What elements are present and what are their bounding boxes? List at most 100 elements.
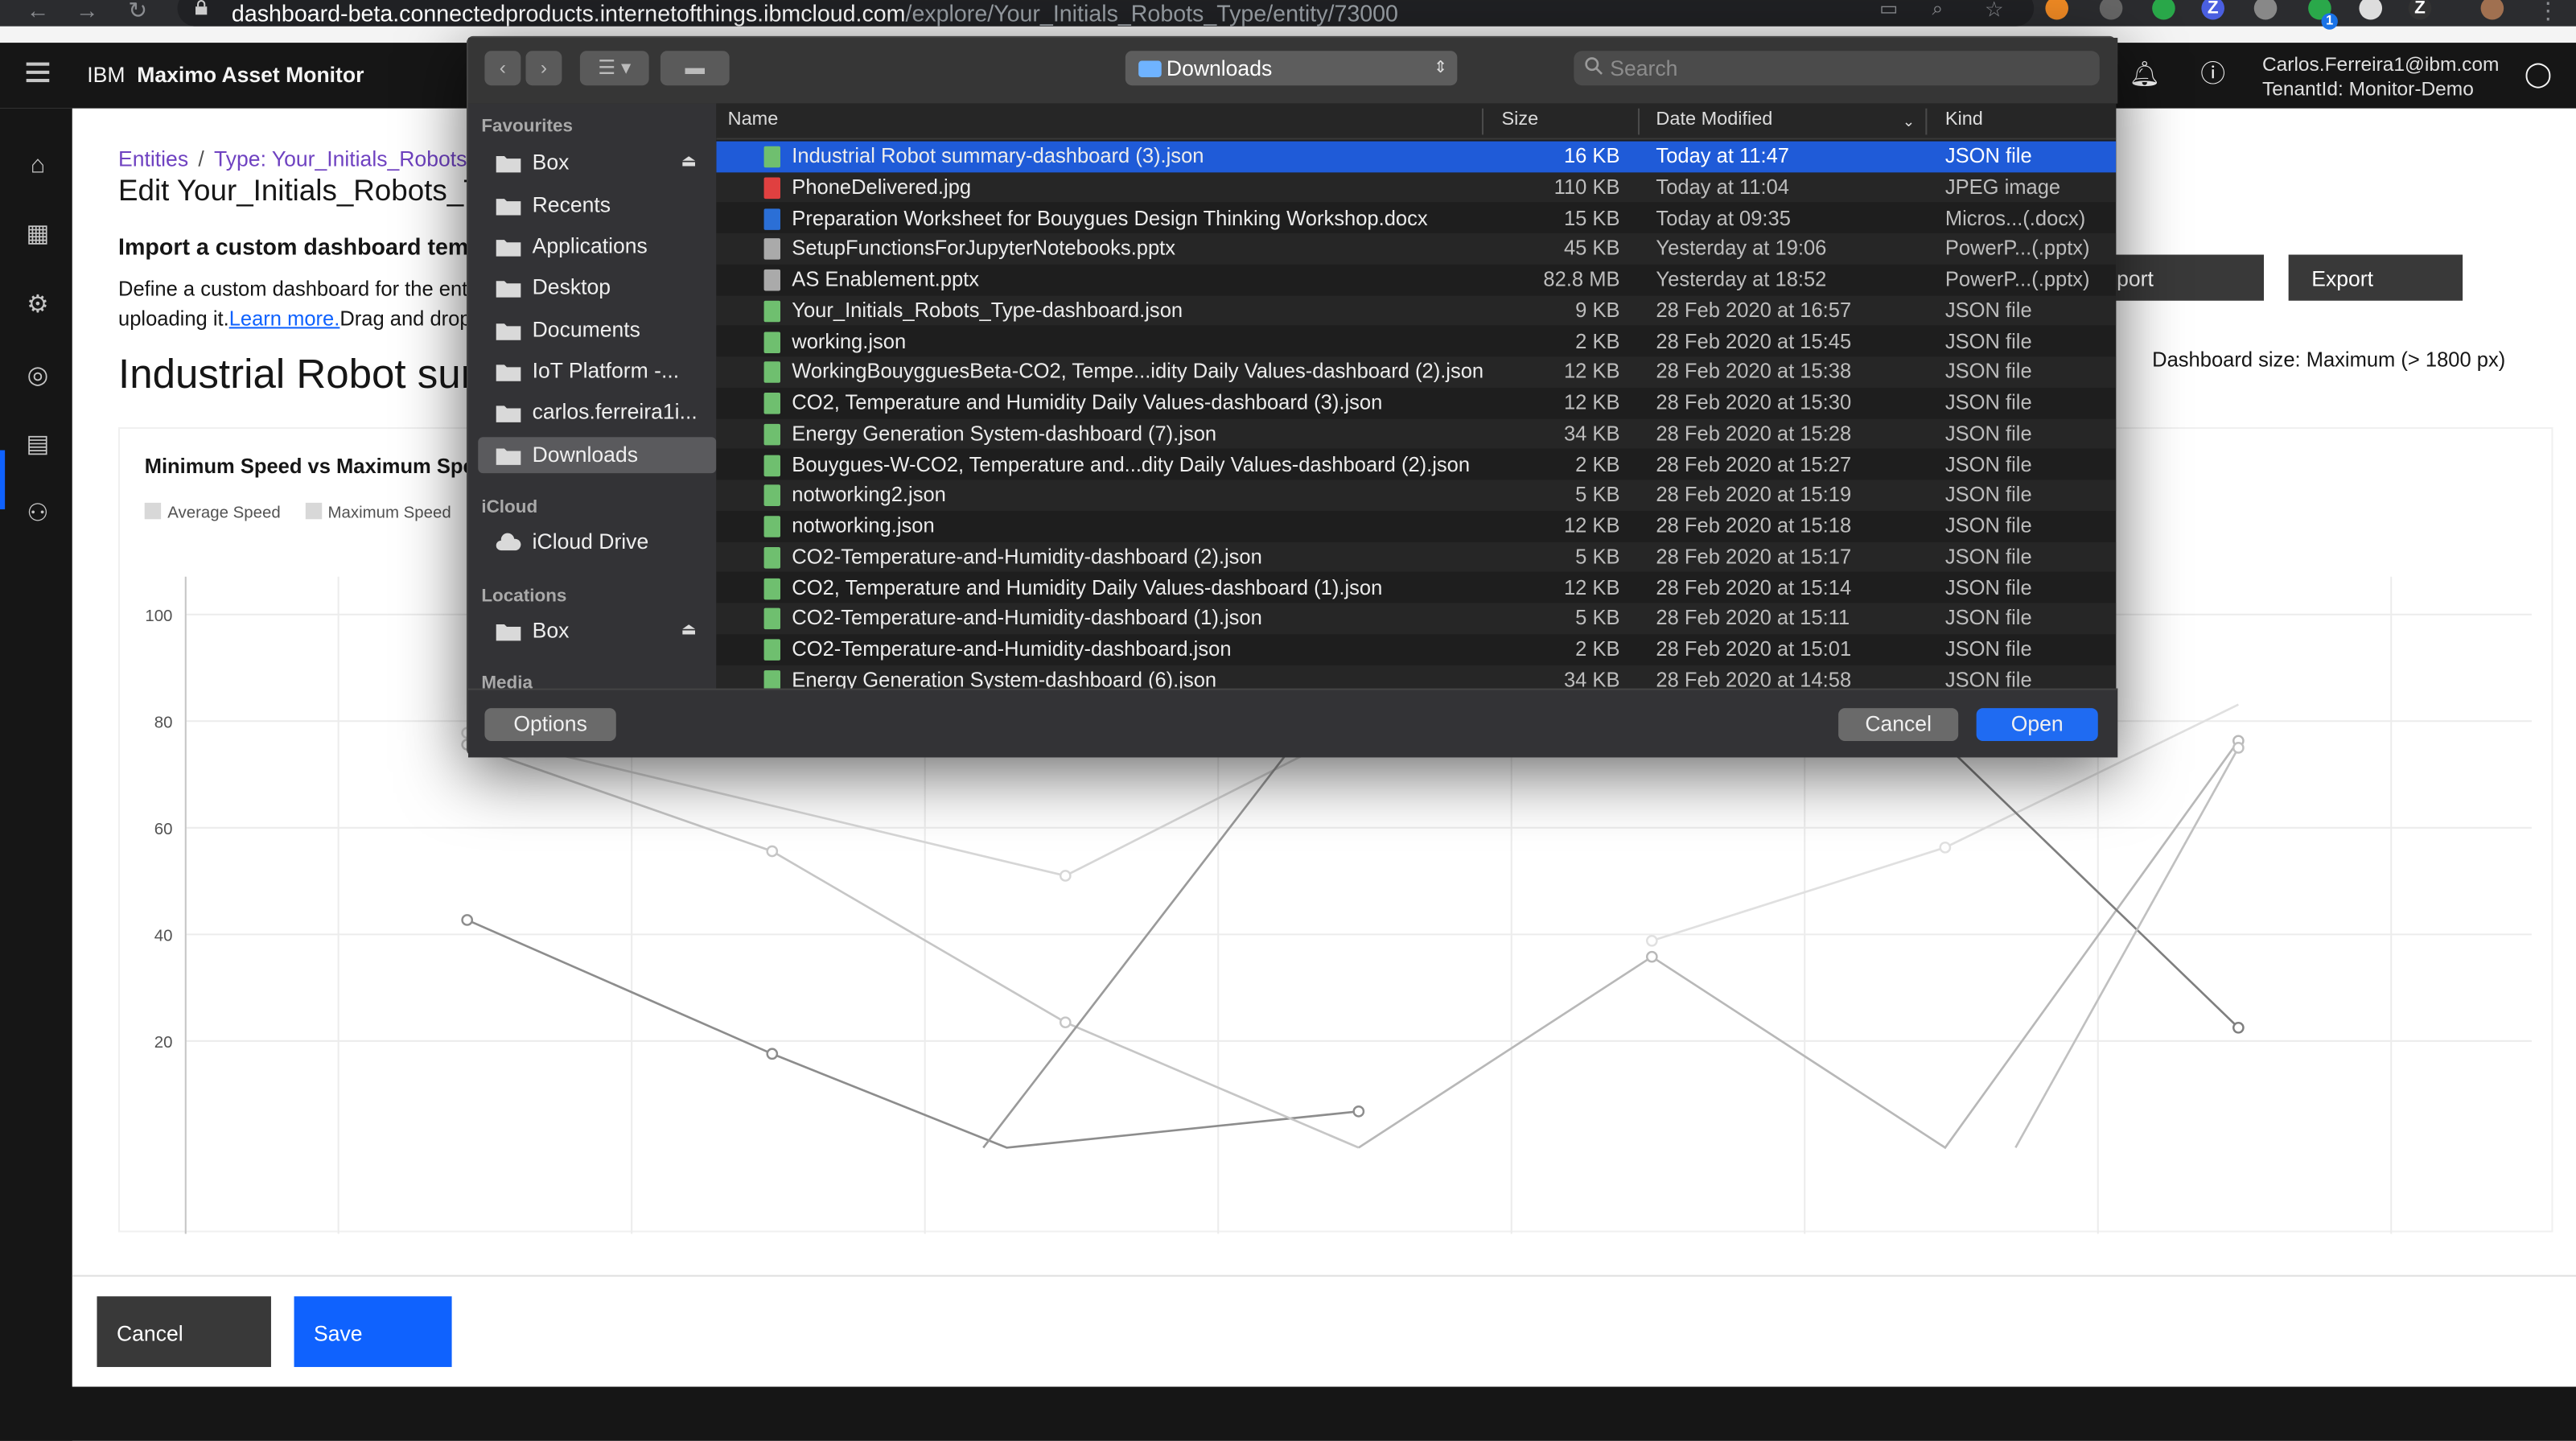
json-file-icon <box>763 146 780 168</box>
sidebar-item-folder[interactable]: IoT Platform -... <box>478 353 716 389</box>
series-line[interactable] <box>467 919 1359 1149</box>
file-size: 15 KB <box>1563 206 1620 229</box>
extension-icon[interactable]: Z <box>2201 0 2225 20</box>
file-list: Name Size Date Modified ⌄ Kind Industria… <box>716 103 2117 689</box>
data-point[interactable] <box>1059 870 1072 882</box>
file-row[interactable]: SetupFunctionsForJupyterNotebooks.pptx 45… <box>716 233 2117 265</box>
file-row[interactable]: Industrial Robot summary-dashboard (3).j… <box>716 141 2117 172</box>
back-arrow-icon[interactable]: ← <box>27 0 50 23</box>
help-icon[interactable]: ⓘ <box>2198 61 2228 91</box>
export-button[interactable]: Export <box>2288 254 2463 301</box>
file-row[interactable]: CO2-Temperature-and-Humidity-dashboard.j… <box>716 634 2116 665</box>
data-point[interactable] <box>766 1048 779 1060</box>
file-row[interactable]: notworking.json 12 KB 28 Feb 2020 at 15:18… <box>716 511 2116 541</box>
data-point[interactable] <box>1059 1016 1072 1029</box>
hamburger-menu-icon[interactable] <box>26 62 50 83</box>
file-row[interactable]: CO2-Temperature-and-Humidity-dashboard (… <box>716 603 2117 634</box>
sidebar-item-box-folder[interactable]: Box ⏏ <box>478 145 716 181</box>
back-icon[interactable]: ‹ <box>484 51 521 86</box>
zoom-icon[interactable]: ⌕ <box>1932 0 1944 22</box>
reload-icon[interactable]: ↻ <box>128 0 147 25</box>
series-line[interactable] <box>1943 720 2240 1029</box>
dashboard-icon[interactable]: ▦ <box>23 220 53 250</box>
device-chip-icon[interactable]: ⚙ <box>23 290 53 320</box>
compass-icon[interactable]: ◎ <box>23 361 53 391</box>
extension-icon[interactable]: Z <box>2408 0 2432 20</box>
sidebar-item-applications[interactable]: Applications <box>478 229 716 265</box>
series-line[interactable] <box>2014 747 2240 1149</box>
user-avatar-icon[interactable]: ◯ <box>2524 61 2553 91</box>
url-text: dashboard-beta.connectedproducts.interne… <box>231 0 1398 27</box>
bell-icon[interactable]: 🔔︎ <box>2130 61 2161 91</box>
sidebar-item-clock[interactable]: Recents <box>478 187 716 224</box>
column-name[interactable]: Name <box>728 110 779 130</box>
sidebar-item-icloud-drive[interactable]: iCloud Drive <box>478 524 716 560</box>
file-row[interactable]: CO2, Temperature and Humidity Daily Valu… <box>716 388 2116 418</box>
kebab-menu-icon[interactable]: ⋮ <box>2537 0 2560 25</box>
column-kind[interactable]: Kind <box>1945 110 1983 130</box>
cast-icon[interactable]: ▭ <box>1879 0 1898 20</box>
extension-icon[interactable] <box>2099 0 2123 20</box>
extension-icon[interactable] <box>2253 0 2278 20</box>
users-icon[interactable]: ⚇ <box>23 500 53 529</box>
search-field[interactable] <box>1574 51 2100 86</box>
extension-icon[interactable] <box>2152 0 2175 20</box>
view-options-icon[interactable]: ☰ ▾ <box>579 51 649 86</box>
address-bar[interactable]: dashboard-beta.connectedproducts.interne… <box>177 0 2035 27</box>
data-point[interactable] <box>1352 1105 1365 1118</box>
data-point[interactable] <box>1645 950 1658 963</box>
file-row[interactable]: CO2, Temperature and Humidity Daily Valu… <box>716 573 2116 603</box>
file-row[interactable]: PhoneDelivered.jpg 110 KB Today at 11:04 JP… <box>716 171 2117 203</box>
forward-arrow-icon[interactable]: → <box>76 0 99 23</box>
save-button[interactable]: Save <box>294 1296 452 1368</box>
open-button[interactable]: Open <box>1976 708 2098 741</box>
options-button[interactable]: Options <box>484 708 616 741</box>
column-size[interactable]: Size <box>1501 110 1538 130</box>
json-file-icon <box>763 639 780 661</box>
data-point[interactable] <box>1645 934 1658 947</box>
new-folder-icon[interactable]: ▬ <box>660 51 730 86</box>
file-name: Your_Initials_Robots_Type-dashboard.json <box>792 298 1183 322</box>
sidebar-item-box-location[interactable]: Box ⏏ <box>478 613 716 649</box>
file-row[interactable]: Energy Generation System-dashboard (6).j… <box>716 665 2117 689</box>
file-row[interactable]: CO2-Temperature-and-Humidity-dashboard (… <box>716 541 2117 573</box>
file-row[interactable]: notworking2.json 5 KB 28 Feb 2020 at 15:19… <box>716 480 2117 511</box>
profile-avatar[interactable] <box>2480 0 2504 20</box>
data-point[interactable] <box>2232 742 2245 754</box>
file-row[interactable]: AS Enablement.pptx 82.8 MB Yesterday at 18… <box>716 265 2116 295</box>
home-icon[interactable]: ⌂ <box>23 151 53 181</box>
breadcrumb-entities[interactable]: Entities <box>118 146 188 171</box>
dashboard-size[interactable]: Dashboard size: Maximum (> 1800 px) <box>2152 348 2505 372</box>
location-popup[interactable]: Downloads ⇕ <box>1125 51 1458 86</box>
series-line[interactable] <box>1358 740 2240 1150</box>
file-row[interactable]: Bouygues-W-CO2, Temperature and...dity D… <box>716 450 2116 480</box>
series-line[interactable] <box>467 743 1360 1149</box>
file-open-dialog: ‹ › ☰ ▾ ▬ Downloads ⇕ Favourites Box ⏏ Rece… <box>466 35 2118 758</box>
file-row[interactable]: working.json 2 KB 28 Feb 2020 at 15:45 JSON… <box>716 326 2116 356</box>
file-row[interactable]: Energy Generation System-dashboard (7).j… <box>716 418 2117 450</box>
search-input[interactable] <box>1610 51 2087 86</box>
grid-icon[interactable]: ▤ <box>23 430 53 460</box>
dialog-cancel-button[interactable]: Cancel <box>1838 708 1959 741</box>
eject-icon[interactable]: ⏏ <box>681 613 697 649</box>
sidebar-item-desktop[interactable]: Desktop <box>478 270 716 306</box>
extension-icon[interactable] <box>2359 0 2383 20</box>
forward-icon[interactable]: › <box>525 51 562 86</box>
file-row[interactable]: Preparation Worksheet for Bouygues Desig… <box>716 203 2116 233</box>
data-point[interactable] <box>2232 1021 2245 1034</box>
extension-icon[interactable] <box>2045 0 2069 20</box>
file-row[interactable]: WorkingBouygguesBeta-CO2, Tempe...idity … <box>716 356 2117 388</box>
file-row[interactable]: Your_Initials_Robots_Type-dashboard.json… <box>716 295 2117 327</box>
bookmark-star-icon[interactable]: ☆ <box>1985 0 2004 23</box>
sidebar-item-downloads[interactable]: Downloads <box>478 437 717 474</box>
data-point[interactable] <box>766 845 779 858</box>
eject-icon[interactable]: ⏏ <box>681 145 697 181</box>
cancel-button[interactable]: Cancel <box>97 1296 271 1368</box>
learn-more-link[interactable]: Learn more. <box>229 307 340 331</box>
column-date-modified[interactable]: Date Modified <box>1656 110 1772 130</box>
data-point[interactable] <box>461 914 474 926</box>
sidebar-item-documents[interactable]: Documents <box>478 312 716 348</box>
data-point[interactable] <box>1939 841 1952 854</box>
product-name[interactable]: IBM Maximo Asset Monitor <box>87 63 364 88</box>
sidebar-item-folder[interactable]: carlos.ferreira1i... <box>478 394 716 430</box>
